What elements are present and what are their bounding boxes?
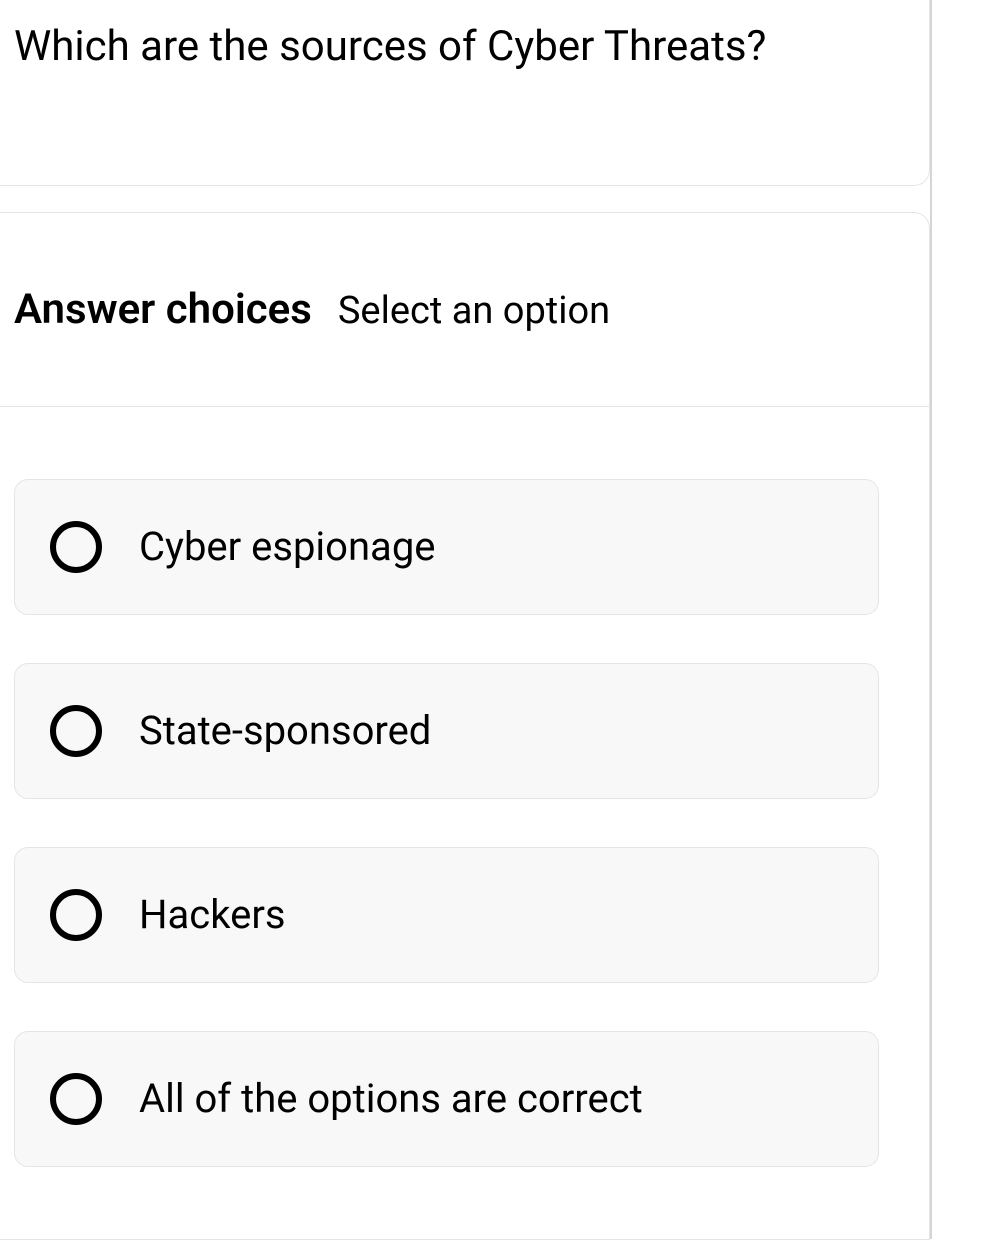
options-list: Cyber espionage State-sponsored Hackers … [0, 407, 929, 1239]
quiz-container: Which are the sources of Cyber Threats? … [0, 0, 932, 1239]
option-all-correct[interactable]: All of the options are correct [14, 1031, 879, 1167]
radio-unchecked-icon [49, 704, 103, 758]
option-hackers[interactable]: Hackers [14, 847, 879, 983]
question-card: Which are the sources of Cyber Threats? [0, 0, 930, 186]
radio-unchecked-icon [49, 1072, 103, 1126]
option-state-sponsored[interactable]: State-sponsored [14, 663, 879, 799]
answer-choices-title: Answer choices [14, 285, 312, 334]
option-label: Hackers [139, 891, 286, 938]
radio-unchecked-icon [49, 520, 103, 574]
answer-card: Answer choices Select an option Cyber es… [0, 212, 930, 1240]
answer-header: Answer choices Select an option [0, 213, 929, 407]
radio-unchecked-icon [49, 888, 103, 942]
answer-choices-subtitle: Select an option [338, 289, 610, 333]
option-label: All of the options are correct [139, 1075, 643, 1122]
question-text: Which are the sources of Cyber Threats? [14, 20, 915, 75]
option-cyber-espionage[interactable]: Cyber espionage [14, 479, 879, 615]
option-label: State-sponsored [139, 707, 431, 754]
option-label: Cyber espionage [139, 523, 435, 570]
